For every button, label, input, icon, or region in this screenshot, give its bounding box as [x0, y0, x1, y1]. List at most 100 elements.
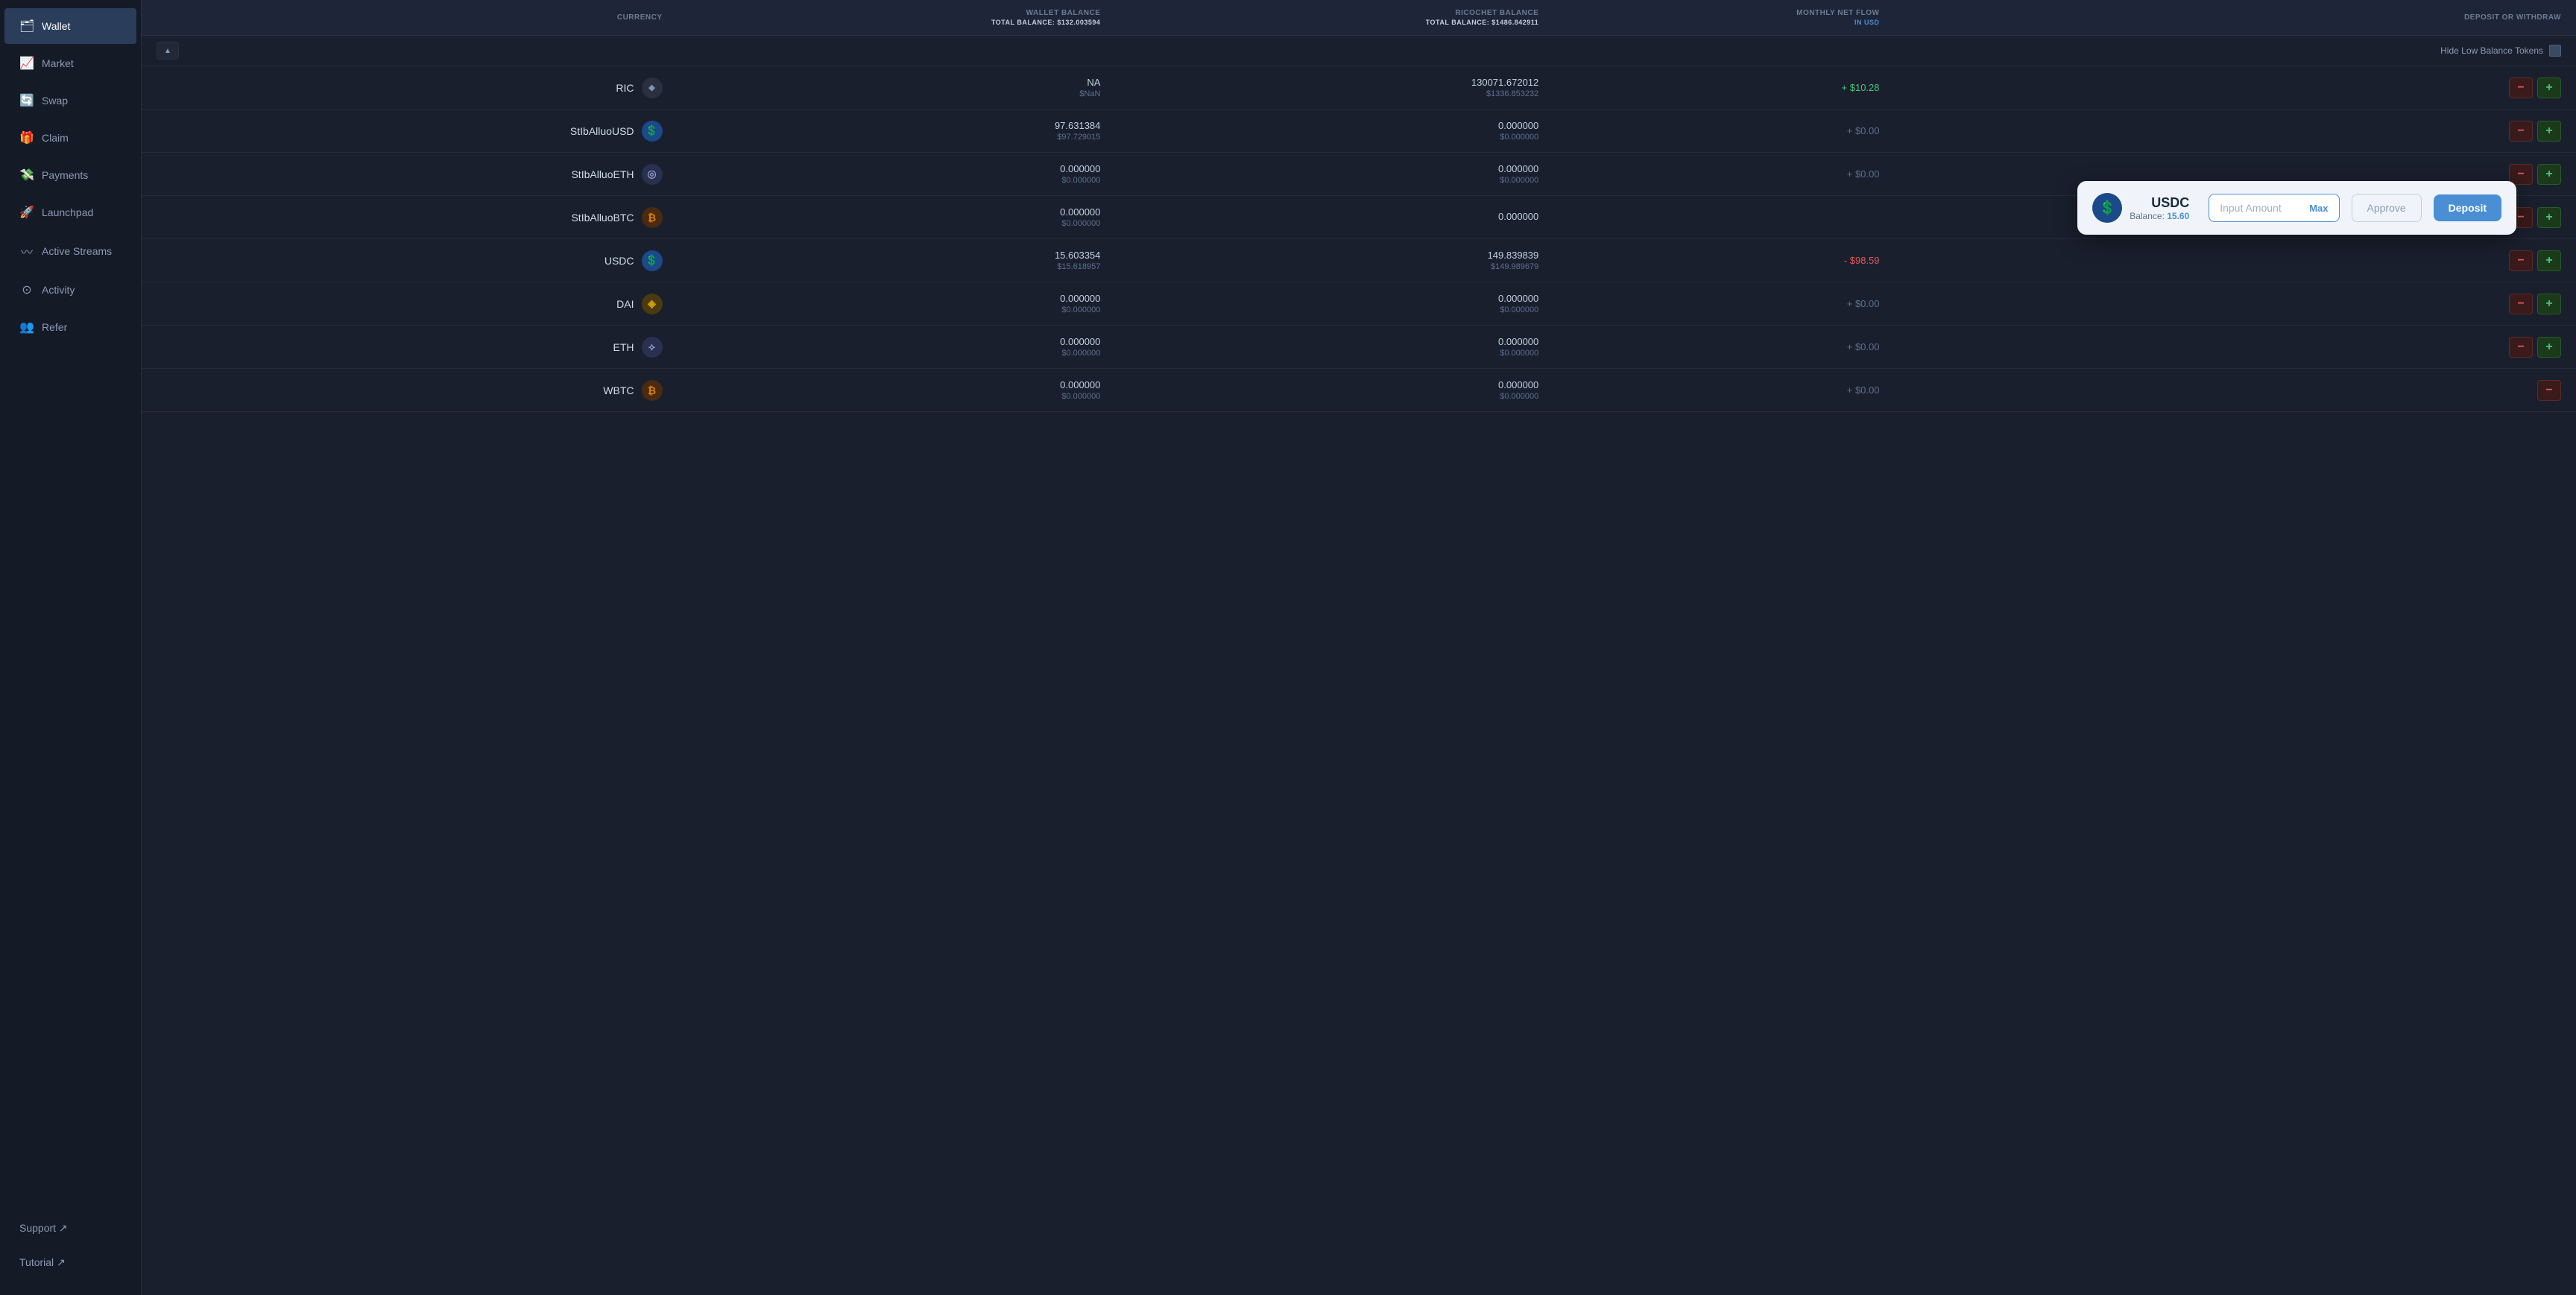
deposit-button[interactable]: +: [2537, 250, 2561, 271]
currency-icon: ⟡: [642, 337, 663, 358]
ricochet-main-value: 0.000000: [1130, 120, 1538, 131]
sidebar-item-active-streams[interactable]: 〰 Active Streams: [4, 232, 136, 270]
flow-value: + $10.28: [1842, 82, 1880, 93]
deposit-button[interactable]: +: [2537, 164, 2561, 185]
withdraw-button[interactable]: −: [2509, 164, 2533, 185]
table-row: StIbAlluoBTC ₿ 0.000000 $0.000000 0.0000…: [142, 196, 2576, 239]
currency-icon: 💲: [642, 121, 663, 142]
wallet-main-value: 0.000000: [692, 293, 1101, 304]
wallet-main-value: 0.000000: [692, 379, 1101, 390]
withdraw-button[interactable]: −: [2509, 294, 2533, 314]
wallet-balance-header: WALLET BALANCE TOTAL BALANCE: $132.00359…: [678, 0, 1116, 36]
hide-low-balance-label: Hide Low Balance Tokens: [2440, 45, 2543, 56]
action-cell: −+: [1895, 326, 2576, 369]
monthly-flow-cell: [1553, 196, 1894, 239]
wallet-balance-cell: 15.603354 $15.618957: [678, 239, 1116, 282]
currency-icon: 💲: [642, 250, 663, 271]
sidebar-item-label: Activity: [42, 284, 75, 296]
collapse-button[interactable]: ▲: [157, 42, 179, 60]
wallet-icon: 🗂: [19, 19, 34, 34]
ricochet-main-value: 0.000000: [1130, 379, 1538, 390]
currency-icon: ◈: [642, 77, 663, 98]
ricochet-main-value: 0.000000: [1130, 211, 1538, 222]
popup-currency-icon: 💲: [2092, 193, 2122, 223]
sidebar: 🗂 Wallet 📈 Market 🔄 Swap 🎁 Claim 💸 Payme…: [0, 0, 142, 1295]
sidebar-item-launchpad[interactable]: 🚀 Launchpad: [4, 194, 136, 230]
currency-name: WBTC: [603, 384, 634, 396]
ricochet-main-value: 0.000000: [1130, 336, 1538, 347]
wallet-table-container[interactable]: CURRENCY WALLET BALANCE TOTAL BALANCE: $…: [142, 0, 2576, 1295]
wallet-main-value: 97.631384: [692, 120, 1101, 131]
popup-approve-button[interactable]: Approve: [2352, 194, 2422, 222]
wallet-balance-cell: NA $NaN: [678, 66, 1116, 110]
monthly-flow-cell: - $98.59: [1553, 239, 1894, 282]
monthly-flow-cell: + $0.00: [1553, 326, 1894, 369]
currency-icon: ◎: [642, 164, 663, 185]
currency-name: DAI: [616, 298, 634, 310]
popup-amount-input[interactable]: [2209, 194, 2299, 221]
currency-name: StIbAlluoBTC: [571, 212, 634, 224]
currency-icon: ◈: [642, 294, 663, 314]
sidebar-item-label: Refer: [42, 321, 67, 333]
table-row: DAI ◈ 0.000000 $0.000000 0.000000 $0.000…: [142, 282, 2576, 326]
sidebar-item-activity[interactable]: ⊙ Activity: [4, 272, 136, 308]
action-cell: −+ 💲 USDC Balance: 15.60 Max Approve: [1895, 196, 2576, 239]
withdraw-button[interactable]: −: [2537, 380, 2561, 401]
wallet-balance-cell: 0.000000 $0.000000: [678, 153, 1116, 196]
action-cell: −+: [1895, 66, 2576, 110]
popup-deposit-button[interactable]: Deposit: [2434, 194, 2501, 221]
currency-cell: StIbAlluoBTC ₿: [142, 196, 678, 239]
sidebar-item-tutorial[interactable]: Tutorial ↗: [4, 1246, 136, 1279]
monthly-flow-cell: + $0.00: [1553, 369, 1894, 412]
swap-icon: 🔄: [19, 93, 34, 108]
sidebar-item-label: Payments: [42, 169, 88, 181]
sidebar-item-label: Active Streams: [42, 245, 112, 257]
popup-max-button[interactable]: Max: [2299, 197, 2338, 220]
hide-low-balance-toggle[interactable]: [2549, 45, 2561, 57]
ricochet-balance-cell: 0.000000 $0.000000: [1115, 110, 1553, 153]
wallet-sub-value: $0.000000: [692, 176, 1101, 185]
sidebar-item-claim[interactable]: 🎁 Claim: [4, 120, 136, 156]
withdraw-button[interactable]: −: [2509, 77, 2533, 98]
sidebar-item-label: Swap: [42, 95, 68, 107]
activity-icon: ⊙: [19, 282, 34, 297]
sidebar-item-label: Launchpad: [42, 206, 93, 218]
flow-value: + $0.00: [1847, 298, 1880, 309]
table-row: StIbAlluoUSD 💲 97.631384 $97.729015 0.00…: [142, 110, 2576, 153]
action-cell: −+: [1895, 282, 2576, 326]
sidebar-item-market[interactable]: 📈 Market: [4, 45, 136, 81]
popup-input-wrapper: Max: [2209, 194, 2339, 222]
withdraw-button[interactable]: −: [2509, 250, 2533, 271]
ricochet-balance-cell: 0.000000 $0.000000: [1115, 326, 1553, 369]
withdraw-button[interactable]: −: [2509, 337, 2533, 358]
deposit-popup: 💲 USDC Balance: 15.60 Max Approve Deposi…: [2077, 181, 2516, 235]
ricochet-balance-cell: 130071.672012 $1336.853232: [1115, 66, 1553, 110]
currency-cell: StIbAlluoETH ◎: [142, 153, 678, 196]
deposit-button[interactable]: +: [2537, 121, 2561, 142]
deposit-button[interactable]: +: [2537, 294, 2561, 314]
flow-value: - $98.59: [1844, 255, 1880, 266]
flow-value: + $0.00: [1847, 341, 1880, 352]
ricochet-sub-value: $0.000000: [1130, 133, 1538, 142]
sidebar-item-support[interactable]: Support ↗: [4, 1212, 136, 1245]
withdraw-button[interactable]: −: [2509, 121, 2533, 142]
sidebar-item-payments[interactable]: 💸 Payments: [4, 157, 136, 193]
hide-low-balance-control: Hide Low Balance Tokens: [1910, 45, 2562, 57]
deposit-button[interactable]: +: [2537, 77, 2561, 98]
tutorial-label: Tutorial ↗: [19, 1256, 66, 1269]
deposit-button[interactable]: +: [2537, 207, 2561, 228]
ricochet-main-value: 149.839839: [1130, 250, 1538, 261]
deposit-button[interactable]: +: [2537, 337, 2561, 358]
claim-icon: 🎁: [19, 130, 34, 145]
table-row: RIC ◈ NA $NaN 130071.672012 $1336.853232…: [142, 66, 2576, 110]
sidebar-item-refer[interactable]: 👥 Refer: [4, 309, 136, 345]
streams-icon: 〰: [19, 242, 34, 260]
currency-cell: StIbAlluoUSD 💲: [142, 110, 678, 153]
wallet-sub-value: $97.729015: [692, 133, 1101, 142]
ricochet-main-value: 130071.672012: [1130, 77, 1538, 88]
ricochet-balance-cell: 0.000000 $0.000000: [1115, 153, 1553, 196]
table-row: WBTC ₿ 0.000000 $0.000000 0.000000 $0.00…: [142, 369, 2576, 412]
sidebar-item-wallet[interactable]: 🗂 Wallet: [4, 8, 136, 44]
popup-balance-value: 15.60: [2167, 211, 2189, 221]
sidebar-item-swap[interactable]: 🔄 Swap: [4, 83, 136, 118]
